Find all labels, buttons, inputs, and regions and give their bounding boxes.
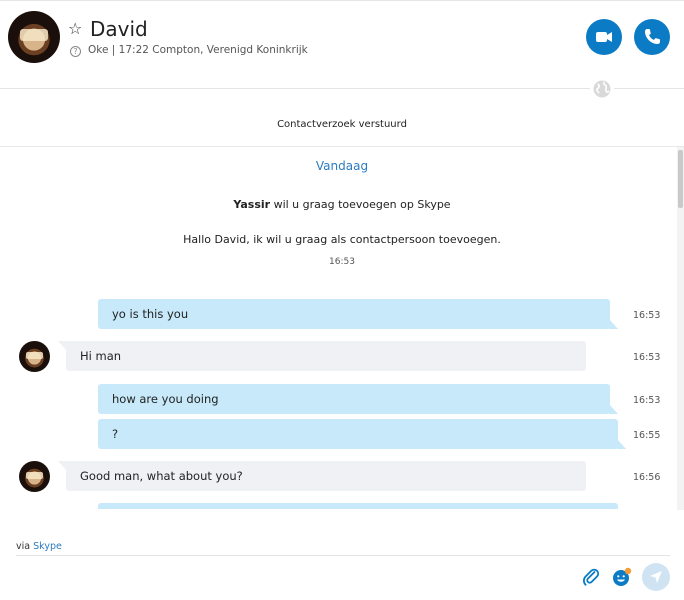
emoji-button[interactable] <box>611 566 633 588</box>
paperclip-icon <box>582 568 600 586</box>
message-time: 16:53 <box>633 395 661 406</box>
local-time-location: 17:22 Compton, Verenigd Koninkrijk <box>118 44 308 56</box>
contact-status-line: ? Oke | 17:22 Compton, Verenigd Koninkrij… <box>70 43 308 57</box>
mood-status: Oke <box>88 44 109 56</box>
via-skype-link[interactable]: Skype <box>33 541 62 552</box>
composer-divider <box>16 555 670 556</box>
message-time: 16:53 <box>633 310 661 321</box>
add-request-sender: Yassir <box>233 198 271 211</box>
message-bubble-incoming[interactable]: Good man, what about you? <box>58 461 586 491</box>
header-divider <box>0 88 684 89</box>
message-bubble-outgoing[interactable]: ? <box>98 419 626 449</box>
add-request-message: Hallo David, ik wil u graag als contactp… <box>183 233 501 246</box>
via-label: via Skype <box>16 541 62 553</box>
send-icon <box>650 571 662 583</box>
contact-name[interactable]: David <box>90 15 148 43</box>
contact-avatar-small[interactable] <box>19 341 50 372</box>
day-label: Vandaag <box>315 159 369 173</box>
message-bubble-outgoing[interactable]: how are you doing <box>98 384 618 414</box>
conversation-divider <box>0 146 684 147</box>
status-question-icon: ? <box>70 46 81 57</box>
message-bubble-incoming[interactable]: Hi man <box>58 341 586 371</box>
message-time: 16:55 <box>633 430 661 441</box>
contact-avatar-small[interactable] <box>19 461 50 492</box>
phone-icon <box>645 29 660 44</box>
emoji-icon <box>613 567 632 586</box>
attach-button[interactable] <box>582 567 600 587</box>
video-camera-icon <box>596 32 612 42</box>
audio-call-button[interactable] <box>634 19 670 55</box>
send-button[interactable] <box>642 563 670 591</box>
via-prefix: via <box>16 541 31 552</box>
message-input[interactable] <box>16 560 556 592</box>
star-outline-icon[interactable]: ☆ <box>68 19 82 39</box>
add-request-time: 16:53 <box>329 257 355 267</box>
video-call-button[interactable] <box>586 19 622 55</box>
chat-header: ☆ David ? Oke | 17:22 Compton, Verenigd K… <box>0 0 684 92</box>
message-time: 16:53 <box>633 352 661 363</box>
contact-avatar[interactable] <box>8 11 60 63</box>
composer-area <box>0 509 677 537</box>
globe-icon <box>590 78 614 100</box>
add-request-text: wil u graag toevoegen op Skype <box>270 198 451 211</box>
add-request-notice: Yassir wil u graag toevoegen op Skype <box>0 197 684 212</box>
message-bubble-outgoing[interactable]: yo is this you <box>98 299 618 329</box>
status-separator: | <box>111 44 116 56</box>
contact-request-sent-label: Contactverzoek verstuurd <box>277 119 407 130</box>
message-time: 16:56 <box>633 472 661 483</box>
